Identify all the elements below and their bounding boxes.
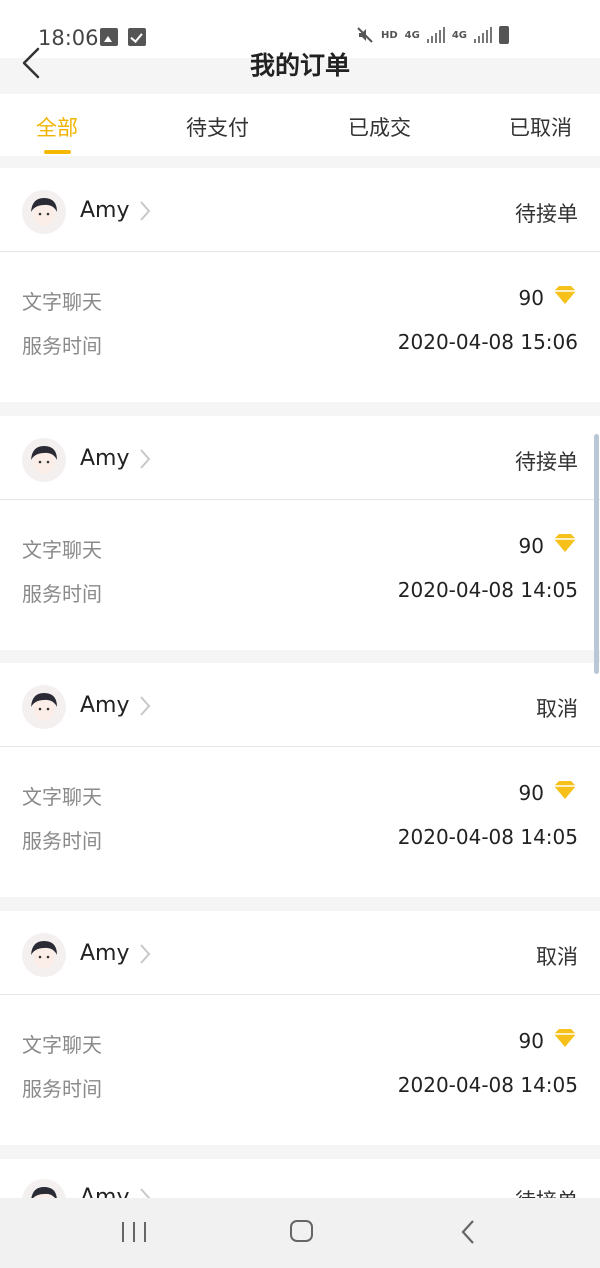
home-icon[interactable] bbox=[290, 1220, 313, 1242]
recent-apps-icon[interactable] bbox=[122, 1222, 146, 1242]
tab-all[interactable]: 全部 bbox=[36, 112, 78, 142]
service-time-label: 服务时间 bbox=[22, 582, 102, 606]
order-card-header: Amy 待接单 bbox=[0, 416, 600, 500]
system-nav-bar bbox=[0, 1198, 600, 1268]
service-time-value: 2020-04-08 14:05 bbox=[397, 825, 578, 849]
order-status: 待接单 bbox=[515, 202, 578, 226]
order-status: 待接单 bbox=[515, 450, 578, 474]
order-card-header: Amy 待接单 bbox=[0, 168, 600, 252]
order-status: 取消 bbox=[536, 945, 578, 969]
avatar[interactable] bbox=[22, 933, 66, 977]
order-price: 90 bbox=[518, 534, 544, 558]
avatar[interactable] bbox=[22, 438, 66, 482]
tab-completed[interactable]: 已成交 bbox=[348, 112, 411, 142]
order-price: 90 bbox=[518, 781, 544, 805]
order-card[interactable]: Amy 待接单 文字聊天 90 服务时间 2020-04-08 14:05 bbox=[0, 416, 600, 650]
order-price: 90 bbox=[518, 286, 544, 310]
chevron-right-icon bbox=[140, 201, 151, 221]
service-time-label: 服务时间 bbox=[22, 829, 102, 853]
chevron-right-icon bbox=[140, 1188, 151, 1198]
service-time-label: 服务时间 bbox=[22, 334, 102, 358]
diamond-icon bbox=[554, 286, 576, 304]
avatar[interactable] bbox=[22, 190, 66, 234]
order-card[interactable]: Amy 取消 文字聊天 90 服务时间 2020-04-08 14:05 bbox=[0, 663, 600, 897]
user-name[interactable]: Amy bbox=[80, 446, 130, 471]
user-name[interactable]: Amy bbox=[80, 941, 130, 966]
order-card-header: Amy 取消 bbox=[0, 911, 600, 995]
diamond-icon bbox=[554, 534, 576, 552]
service-type: 文字聊天 bbox=[22, 538, 102, 562]
order-status: 取消 bbox=[536, 697, 578, 721]
diamond-icon bbox=[554, 1029, 576, 1047]
avatar[interactable] bbox=[22, 685, 66, 729]
service-type: 文字聊天 bbox=[22, 290, 102, 314]
chevron-right-icon bbox=[140, 696, 151, 716]
order-card-header: Amy 取消 bbox=[0, 663, 600, 747]
chevron-right-icon bbox=[140, 944, 151, 964]
order-tabs: 全部 待支付 已成交 已取消 bbox=[0, 94, 600, 156]
back-icon[interactable] bbox=[460, 1218, 476, 1246]
page-title: 我的订单 bbox=[249, 51, 350, 80]
order-card[interactable]: Amy 待接单 文字聊天 90 服务时间 2020-04-08 15:06 bbox=[0, 168, 600, 402]
service-type: 文字聊天 bbox=[22, 1033, 102, 1057]
order-card[interactable]: Amy 待接单 bbox=[0, 1159, 600, 1198]
avatar[interactable] bbox=[22, 1179, 66, 1198]
user-name[interactable]: Amy bbox=[80, 693, 130, 718]
active-tab-indicator bbox=[44, 150, 71, 154]
user-name[interactable]: Amy bbox=[80, 1185, 130, 1198]
page-header: 我的订单 bbox=[0, 30, 600, 94]
user-name[interactable]: Amy bbox=[80, 198, 130, 223]
tab-cancelled[interactable]: 已取消 bbox=[509, 112, 572, 142]
service-time-label: 服务时间 bbox=[22, 1077, 102, 1101]
tab-pending-payment[interactable]: 待支付 bbox=[186, 112, 249, 142]
order-card[interactable]: Amy 取消 文字聊天 90 服务时间 2020-04-08 14:05 bbox=[0, 911, 600, 1145]
service-time-value: 2020-04-08 14:05 bbox=[397, 578, 578, 602]
service-time-value: 2020-04-08 15:06 bbox=[397, 330, 578, 354]
scroll-indicator[interactable] bbox=[594, 434, 599, 674]
chevron-right-icon bbox=[140, 449, 151, 469]
diamond-icon bbox=[554, 781, 576, 799]
order-price: 90 bbox=[518, 1029, 544, 1053]
service-type: 文字聊天 bbox=[22, 785, 102, 809]
order-status: 待接单 bbox=[515, 1185, 578, 1198]
service-time-value: 2020-04-08 14:05 bbox=[397, 1073, 578, 1097]
